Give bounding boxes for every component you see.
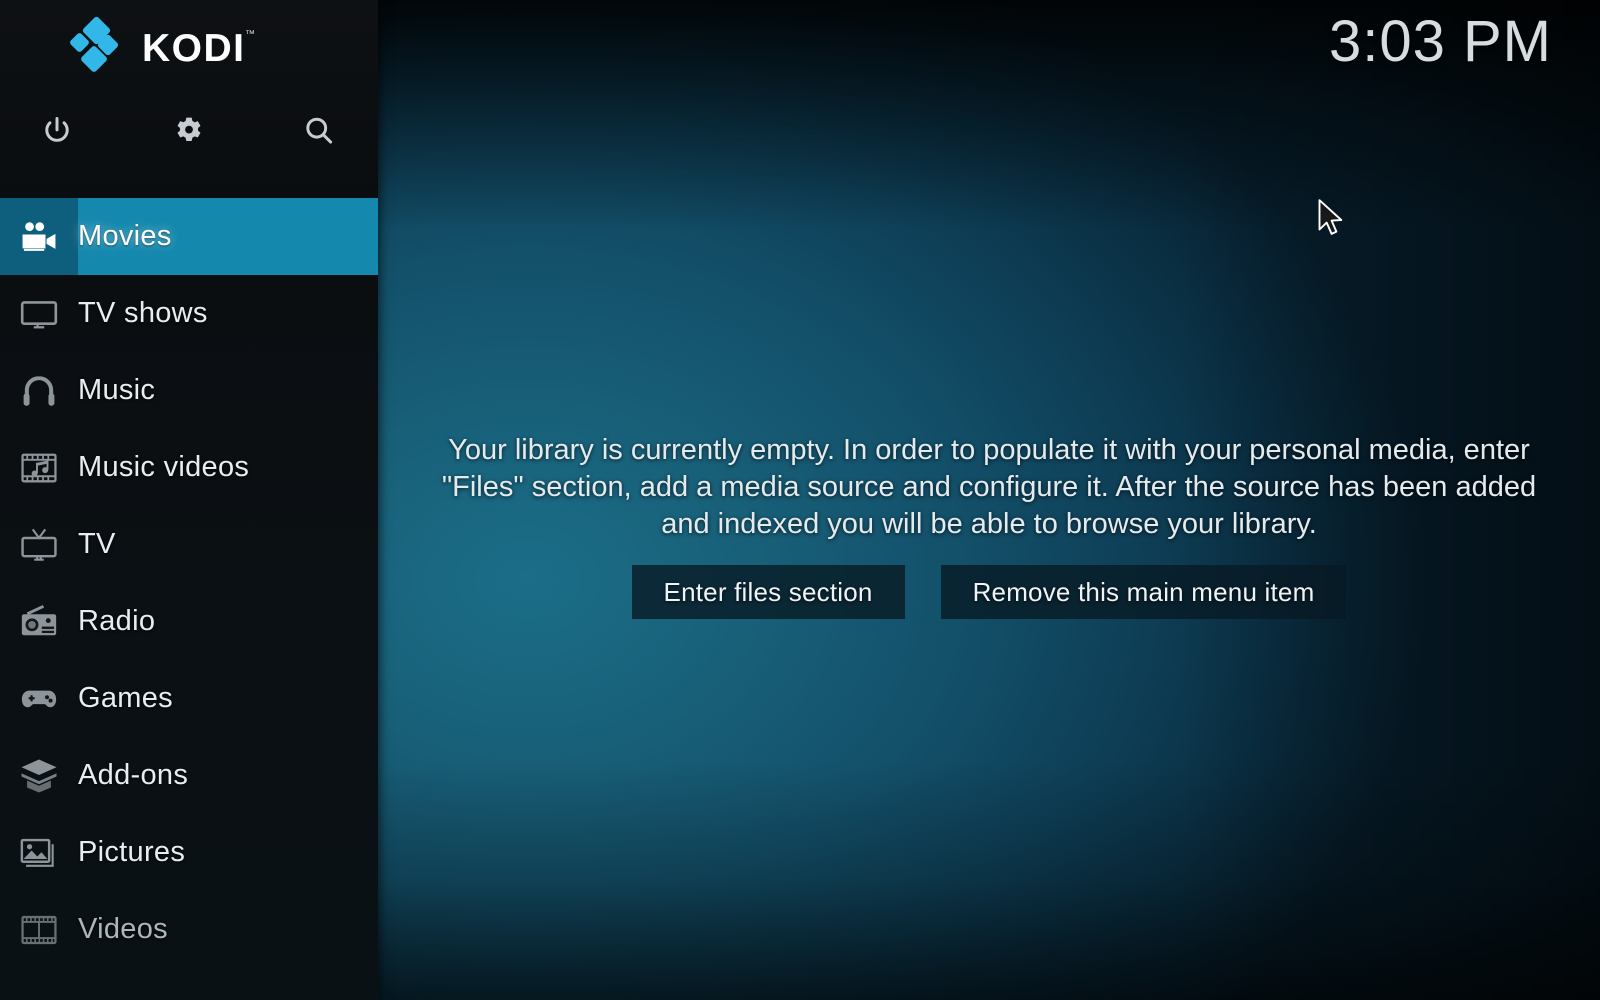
picture-icon [0, 832, 78, 874]
sidebar-item-add-ons[interactable]: Add-ons [0, 737, 378, 814]
settings-button[interactable] [158, 100, 220, 162]
film-music-icon [0, 447, 78, 489]
movie-camera-icon [0, 216, 78, 258]
sidebar-item-label: Music videos [78, 451, 250, 483]
power-icon [40, 114, 74, 148]
remove-menu-item-button[interactable]: Remove this main menu item [940, 565, 1347, 619]
search-button[interactable] [288, 100, 350, 162]
gear-icon [172, 114, 206, 148]
empty-library-message: Your library is currently empty. In orde… [441, 434, 1537, 541]
app-name: KODI ™ [142, 26, 255, 70]
app-name-text: KODI [142, 26, 246, 70]
toolbar [0, 100, 378, 164]
sidebar-item-label: Add-ons [78, 759, 189, 791]
gamepad-icon [0, 678, 78, 720]
kodi-diamond-logo-icon [68, 15, 128, 74]
main-menu: Movies TV shows Music Music videos TV Ra… [0, 198, 378, 968]
sidebar-item-music-videos[interactable]: Music videos [0, 429, 378, 506]
sidebar-item-radio[interactable]: Radio [0, 583, 378, 660]
sidebar-item-pictures[interactable]: Pictures [0, 814, 378, 891]
sidebar-header: KODI ™ [0, 0, 378, 192]
headphones-icon [0, 370, 78, 412]
sidebar-item-tv[interactable]: TV [0, 506, 378, 583]
trademark-mark: ™ [245, 28, 257, 40]
sidebar-item-label: Games [78, 682, 173, 714]
enter-files-section-button[interactable]: Enter files section [631, 565, 905, 619]
sidebar-item-label: TV [78, 528, 116, 560]
sidebar-item-label: Pictures [78, 836, 186, 868]
kodi-home-screen: 3:03 PM KODI ™ Movies TV shows Music Mus… [0, 0, 1600, 1000]
film-strip-icon [0, 909, 78, 951]
sidebar-item-label: Music [78, 374, 156, 406]
app-logo: KODI ™ [68, 15, 255, 74]
sidebar-item-label: Radio [78, 605, 156, 637]
sidebar: KODI ™ Movies TV shows Music Music video… [0, 0, 378, 1000]
sidebar-item-music[interactable]: Music [0, 352, 378, 429]
sidebar-item-games[interactable]: Games [0, 660, 378, 737]
open-box-icon [0, 755, 78, 797]
tv-antenna-icon [0, 524, 78, 566]
search-icon [302, 114, 336, 148]
sidebar-item-videos[interactable]: Videos [0, 891, 378, 968]
sidebar-item-label: Videos [78, 913, 168, 945]
power-button[interactable] [26, 100, 88, 162]
radio-icon [0, 601, 78, 643]
sidebar-item-movies[interactable]: Movies [0, 198, 378, 275]
main-content: Your library is currently empty. In orde… [378, 0, 1600, 1000]
television-icon [0, 293, 78, 335]
action-button-row: Enter files section Remove this main men… [378, 565, 1600, 619]
sidebar-item-tv-shows[interactable]: TV shows [0, 275, 378, 352]
sidebar-item-label: Movies [78, 220, 172, 252]
sidebar-item-label: TV shows [78, 297, 208, 329]
